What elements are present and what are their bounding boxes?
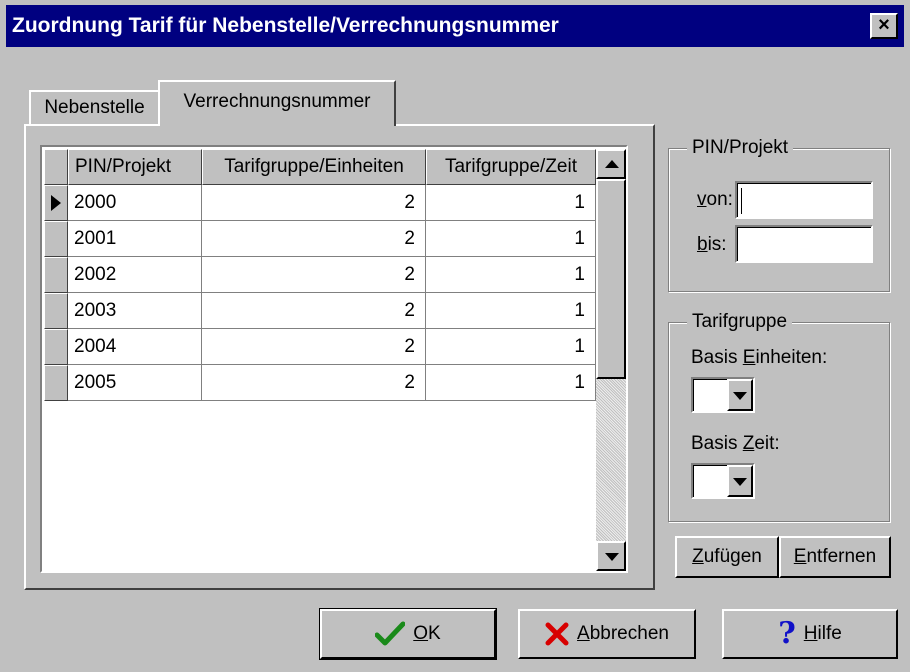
chevron-down-icon	[733, 392, 747, 400]
row-indicator[interactable]	[44, 365, 68, 401]
scroll-down-button[interactable]	[596, 541, 626, 571]
tarifgruppe-group: Tarifgruppe Basis Einheiten: Basis Zeit:	[668, 310, 890, 522]
grid-cell-pin[interactable]: 2004	[68, 329, 202, 365]
grid-cell-einheiten[interactable]: 2	[202, 257, 426, 293]
grid-cell-zeit[interactable]: 1	[426, 329, 596, 365]
tab-label: Nebenstelle	[44, 97, 145, 118]
tab-verrechnungsnummer[interactable]: Verrechnungsnummer	[158, 80, 396, 126]
scroll-thumb[interactable]	[596, 179, 626, 379]
down-arrow-icon	[605, 553, 619, 561]
bis-input[interactable]	[735, 225, 873, 263]
cancel-button[interactable]: Abbrechen	[518, 609, 696, 659]
grid-cell-pin[interactable]: 2003	[68, 293, 202, 329]
help-label: Hilfe	[803, 623, 842, 644]
cancel-label: Abbrechen	[577, 623, 669, 644]
scroll-up-button[interactable]	[596, 149, 626, 179]
grid-cell-einheiten[interactable]: 2	[202, 185, 426, 221]
checkmark-icon	[375, 621, 406, 646]
question-mark-icon: ?	[778, 616, 796, 651]
grid-cell-zeit[interactable]: 1	[426, 293, 596, 329]
row-indicator[interactable]	[44, 329, 68, 365]
grid-cell-zeit[interactable]: 1	[426, 185, 596, 221]
grid-cell-zeit[interactable]: 1	[426, 221, 596, 257]
column-header-tarif-zeit[interactable]: Tarifgruppe/Zeit	[426, 149, 596, 185]
grid-scrollbar[interactable]	[596, 149, 626, 571]
chevron-down-icon	[733, 478, 747, 486]
grid-cell-pin[interactable]: 2005	[68, 365, 202, 401]
title-bar[interactable]: Zuordnung Tarif für Nebenstelle/Verrechn…	[6, 5, 904, 47]
zufuegen-button[interactable]: Zufügen	[675, 536, 779, 578]
data-grid[interactable]: PIN/Projekt Tarifgruppe/Einheiten Tarifg…	[40, 145, 628, 573]
pin-projekt-group: PIN/Projekt von: bis:	[668, 136, 890, 292]
basis-zeit-select[interactable]	[691, 463, 755, 499]
grid-corner-header	[44, 149, 68, 185]
grid-cell-zeit[interactable]: 1	[426, 365, 596, 401]
column-header-pin[interactable]: PIN/Projekt	[68, 149, 202, 185]
grid-cell-einheiten[interactable]: 2	[202, 293, 426, 329]
von-input[interactable]	[735, 181, 873, 219]
basis-zeit-label: Basis Zeit:	[691, 433, 780, 454]
close-icon: ×	[878, 14, 890, 36]
window-title: Zuordnung Tarif für Nebenstelle/Verrechn…	[12, 14, 559, 37]
help-button[interactable]: ? Hilfe	[722, 609, 898, 659]
dialog-window: Zuordnung Tarif für Nebenstelle/Verrechn…	[0, 0, 910, 672]
bis-label: bis:	[697, 234, 727, 255]
grid-cell-pin[interactable]: 2002	[68, 257, 202, 293]
row-indicator[interactable]	[44, 185, 68, 221]
dropdown-button[interactable]	[727, 465, 753, 497]
pin-projekt-legend: PIN/Projekt	[687, 136, 794, 160]
tarifgruppe-legend: Tarifgruppe	[687, 310, 793, 334]
tab-label: Verrechnungsnummer	[183, 91, 371, 112]
row-indicator[interactable]	[44, 293, 68, 329]
ok-button[interactable]: OK	[319, 608, 497, 660]
text-caret	[741, 188, 742, 214]
close-button[interactable]: ×	[870, 13, 898, 39]
row-indicator[interactable]	[44, 221, 68, 257]
dropdown-button[interactable]	[727, 379, 753, 411]
basis-einheiten-select[interactable]	[691, 377, 755, 413]
row-pointer-icon	[51, 195, 61, 211]
grid-cell-einheiten[interactable]: 2	[202, 329, 426, 365]
grid-cell-einheiten[interactable]: 2	[202, 221, 426, 257]
grid-cell-pin[interactable]: 2000	[68, 185, 202, 221]
grid-cell-einheiten[interactable]: 2	[202, 365, 426, 401]
red-x-icon	[545, 622, 569, 646]
grid-cell-pin[interactable]: 2001	[68, 221, 202, 257]
entfernen-button[interactable]: Entfernen	[779, 536, 891, 578]
tab-nebenstelle[interactable]: Nebenstelle	[29, 90, 160, 124]
column-header-tarif-einheiten[interactable]: Tarifgruppe/Einheiten	[202, 149, 426, 185]
ok-label: OK	[413, 623, 441, 644]
row-indicator[interactable]	[44, 257, 68, 293]
up-arrow-icon	[605, 160, 619, 168]
von-label: von:	[697, 189, 733, 210]
grid-cell-zeit[interactable]: 1	[426, 257, 596, 293]
basis-einheiten-label: Basis Einheiten:	[691, 347, 828, 368]
